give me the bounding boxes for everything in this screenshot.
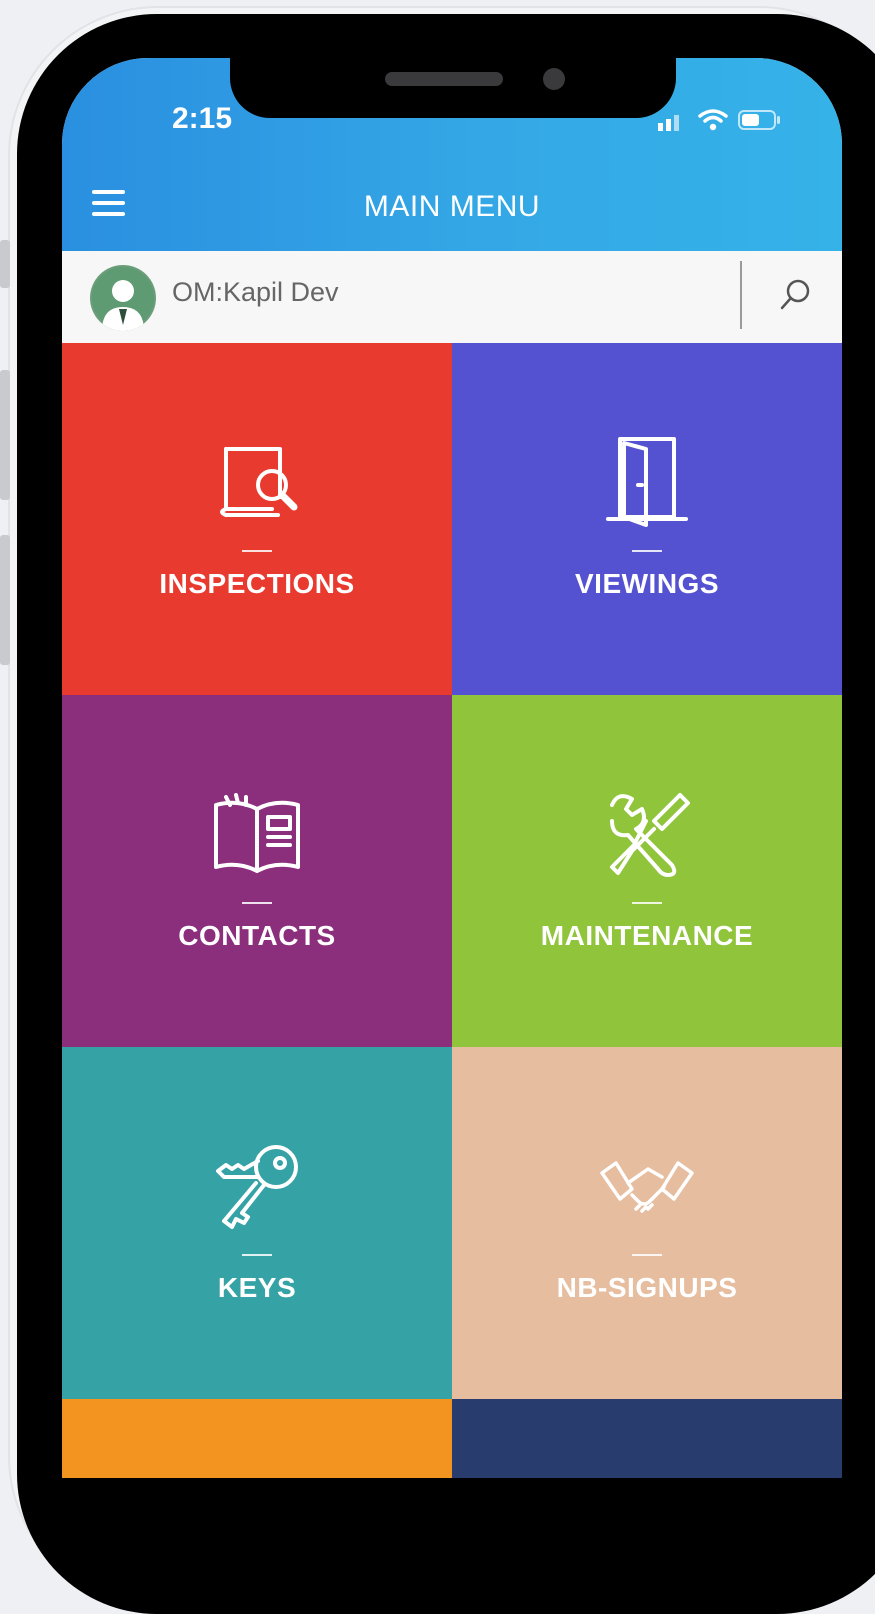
tile-nb-signups[interactable]: NB-SIGNUPS <box>452 1047 842 1399</box>
search-button[interactable] <box>770 271 820 321</box>
tile-label: VIEWINGS <box>574 568 719 599</box>
wifi-icon <box>698 109 728 131</box>
device-volume-down <box>0 535 10 665</box>
device-mute-switch <box>0 240 10 288</box>
avatar[interactable] <box>90 265 156 331</box>
tile-label: MAINTENANCE <box>540 920 754 951</box>
tile-partial-orange[interactable] <box>62 1399 452 1478</box>
search-divider <box>740 261 742 329</box>
tile-contacts[interactable]: CONTACTS <box>62 695 452 1047</box>
device-volume-up <box>0 370 10 500</box>
keys-icon <box>216 1145 298 1229</box>
handshake-icon <box>600 1161 694 1213</box>
tile-label: NB-SIGNUPS <box>556 1272 738 1303</box>
page-title: MAIN MENU <box>363 190 541 223</box>
status-icons <box>658 108 782 132</box>
tile-viewings[interactable]: VIEWINGS <box>452 343 842 695</box>
device-notch <box>230 58 676 118</box>
tile-inspections[interactable]: INSPECTIONS <box>62 343 452 695</box>
tile-label: KEYS <box>217 1272 297 1303</box>
user-bar: OM:Kapil Dev <box>62 251 842 344</box>
tile-maintenance[interactable]: MAINTENANCE <box>452 695 842 1047</box>
app-screen: 2:15 MAIN MENU OM:Kapil Dev INSPECTIONS … <box>62 58 842 1478</box>
tile-partial-navy[interactable] <box>452 1399 842 1478</box>
user-name: OM:Kapil Dev <box>172 277 339 307</box>
tile-keys[interactable]: KEYS <box>62 1047 452 1399</box>
tile-divider <box>242 550 272 552</box>
search-icon <box>780 279 810 310</box>
book-search-icon <box>220 447 298 517</box>
app-header: 2:15 MAIN MENU <box>62 58 842 251</box>
tile-divider <box>242 902 272 904</box>
tile-divider <box>632 902 662 904</box>
user-avatar-icon <box>92 267 154 331</box>
signal-icon <box>658 115 679 131</box>
tile-label: CONTACTS <box>178 920 336 951</box>
tile-divider <box>632 1254 662 1256</box>
open-door-icon <box>606 437 688 527</box>
status-time: 2:15 <box>172 102 233 135</box>
tile-divider <box>632 550 662 552</box>
tile-label: INSPECTIONS <box>159 568 355 599</box>
wrench-screwdriver-icon <box>610 793 690 877</box>
front-camera <box>543 68 565 90</box>
tile-divider <box>242 1254 272 1256</box>
battery-icon <box>738 110 780 130</box>
open-book-icon <box>214 793 300 873</box>
speaker-grille <box>385 72 503 86</box>
